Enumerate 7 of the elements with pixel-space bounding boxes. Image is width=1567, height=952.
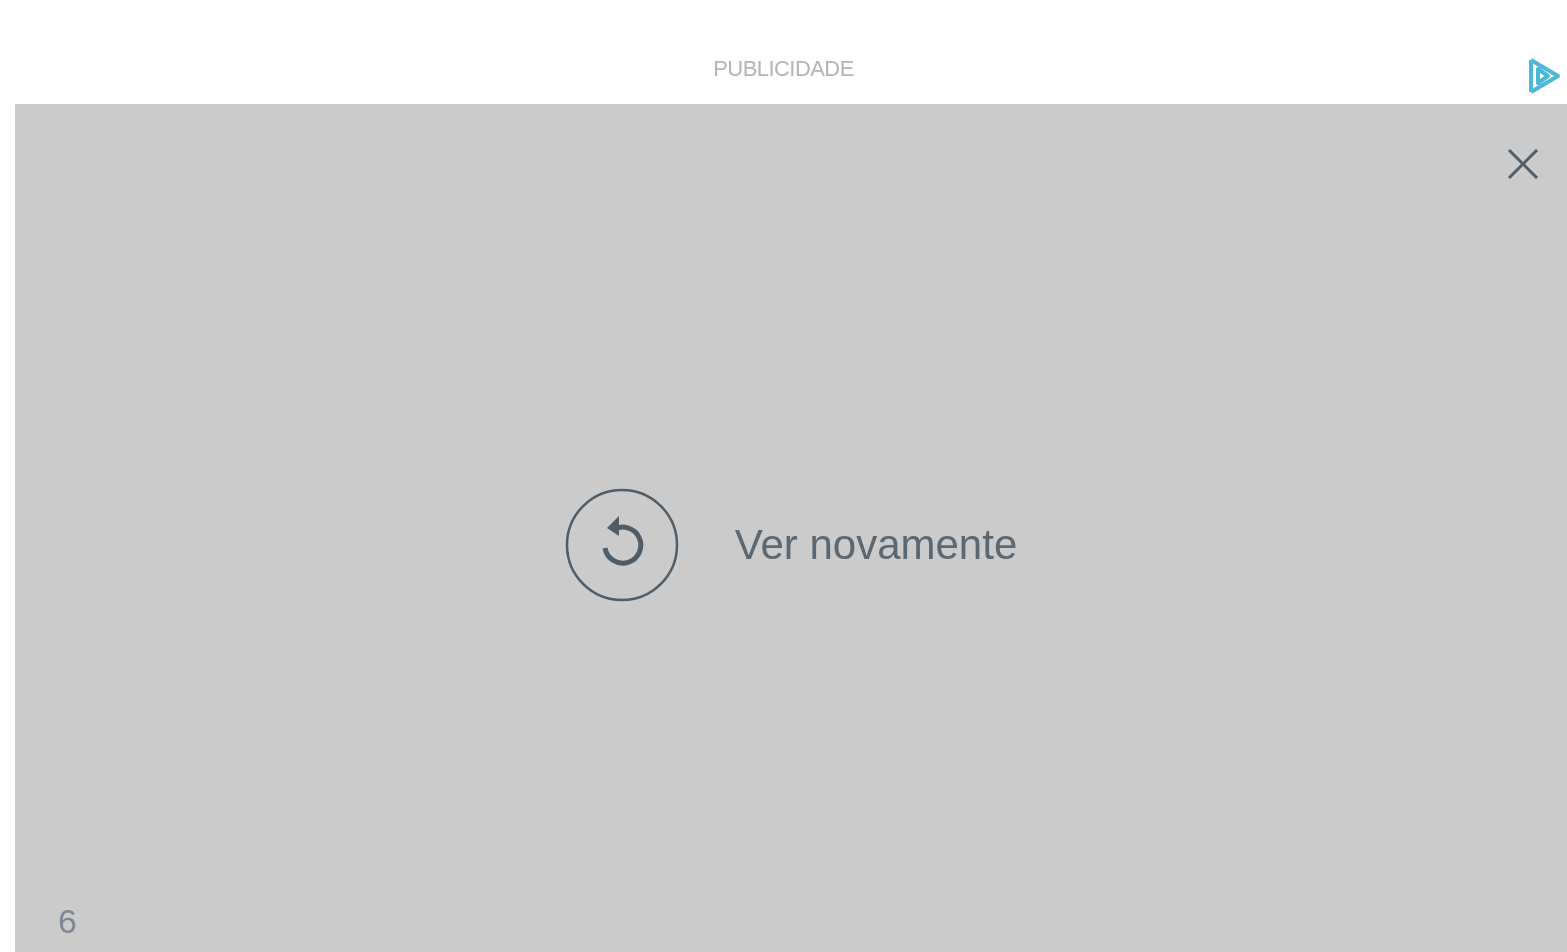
countdown-counter: 6 (58, 904, 77, 938)
replay-button[interactable]: Ver novamente (564, 488, 1018, 602)
replay-icon (564, 488, 679, 602)
ad-label: PUBLICIDADE (713, 54, 854, 83)
close-button[interactable] (1505, 146, 1541, 182)
ad-choices-icon[interactable] (1528, 57, 1562, 95)
close-icon (1507, 148, 1539, 180)
